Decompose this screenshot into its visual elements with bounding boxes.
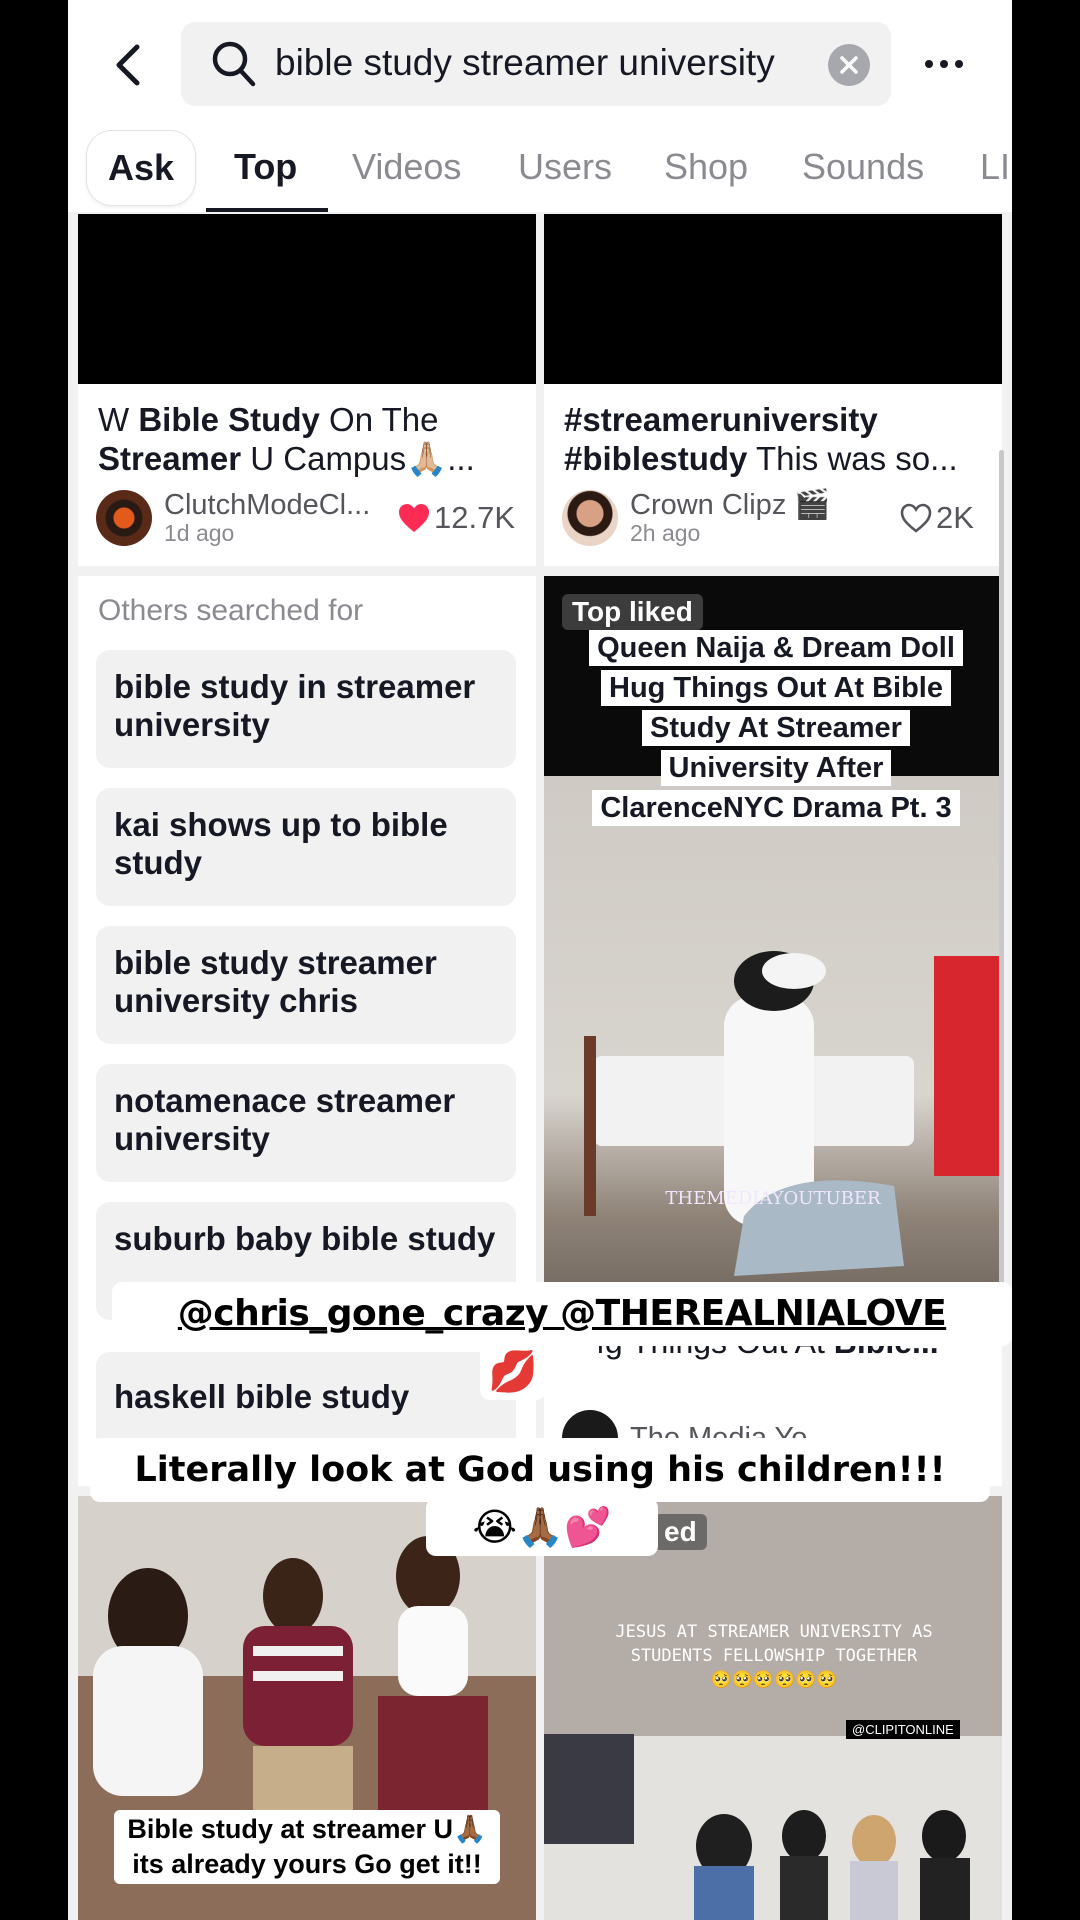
dot <box>925 60 933 68</box>
avatar <box>96 490 152 546</box>
active-tab-indicator <box>206 208 328 212</box>
tab-ask[interactable]: Ask <box>86 130 196 206</box>
like-count[interactable]: 12.7K <box>398 500 515 536</box>
video-title: W Bible Study On The Streamer U Campus🙏🏼… <box>98 401 475 477</box>
suggestion-text: haskell bible study <box>114 1378 410 1415</box>
overlay-caption: Queen Naija & Dream Doll Hug Things Out … <box>589 630 963 826</box>
chevron-left-icon <box>116 44 140 86</box>
top-liked-badge: ed <box>654 1514 707 1550</box>
avatar <box>562 490 618 546</box>
suggestion-text: bible study in streamer university <box>114 668 476 743</box>
mention-caption: @chris_gone_crazy @THEREALNIALOVE <box>112 1282 1012 1346</box>
author-name: ClutchModeCl... <box>164 489 371 521</box>
suggestion-text: suburb baby bible study <box>114 1220 496 1257</box>
search-icon <box>212 41 256 87</box>
author-info[interactable]: Crown Clipz 🎬 2h ago <box>562 490 830 546</box>
suggestion-text: kai shows up to bible study <box>114 806 448 881</box>
author-name: Crown Clipz 🎬 <box>630 489 831 521</box>
heart-filled-icon <box>399 504 429 532</box>
others-title: Others searched for <box>98 594 364 627</box>
tab-shop[interactable]: Shop <box>664 146 748 188</box>
post-time: 1d ago <box>164 520 235 546</box>
back-button[interactable] <box>98 38 158 92</box>
video-thumbnail <box>544 214 1002 384</box>
scrollbar[interactable] <box>999 450 1004 1330</box>
tab-live[interactable]: LI <box>980 146 1010 188</box>
author-info[interactable]: ClutchModeCl... 1d ago <box>96 490 370 546</box>
search-tabs: Ask Top Videos Users Shop Sounds LI <box>68 130 1012 212</box>
phone-screen: bible study streamer university Ask Top … <box>68 0 1012 1920</box>
clear-search-button[interactable] <box>828 44 870 86</box>
scene-illustration <box>544 1496 1002 1920</box>
caption-line: its already yours Go get it!! <box>132 1849 482 1879</box>
top-liked-video-card[interactable]: Top liked Queen Naija & Dream Doll Hug T… <box>544 576 1002 1486</box>
overlay-caption: JESUS AT STREAMER UNIVERSITY AS STUDENTS… <box>615 1622 933 1666</box>
others-searched-panel: Others searched for bible study in strea… <box>78 576 536 1486</box>
heart-outline-icon <box>900 503 932 533</box>
suggestion-chip[interactable]: notamenace streamer university <box>96 1064 516 1182</box>
like-count-text: 12.7K <box>434 500 516 535</box>
suggestion-chip[interactable]: bible study in streamer university <box>96 650 516 768</box>
overlay-emojis: 🥺🥺🥺🥺🥺🥺 <box>710 1670 838 1690</box>
video-overlay-text: Queen Naija & Dream Doll Hug Things Out … <box>572 628 980 828</box>
tab-sounds[interactable]: Sounds <box>802 146 924 188</box>
emoji-caption: 😭🙏🏾💕 <box>426 1498 658 1556</box>
suggestion-chip[interactable]: bible study streamer university chris <box>96 926 516 1044</box>
tab-users[interactable]: Users <box>518 146 612 188</box>
post-time: 2h ago <box>630 520 701 546</box>
more-options-button[interactable] <box>914 46 974 82</box>
close-icon <box>840 56 858 74</box>
caption-line: Bible study at streamer U🙏🏾 <box>127 1814 487 1844</box>
watermark: THEMEDIAYOUTUBER <box>665 1188 881 1209</box>
suggestion-text: notamenace streamer university <box>114 1082 456 1157</box>
video-title: #streameruniversity #biblestudy This was … <box>564 401 958 477</box>
channel-tag: @CLIPITONLINE <box>846 1720 960 1739</box>
kiss-emoji-caption: 💋 <box>480 1344 546 1400</box>
dot <box>940 60 948 68</box>
dot <box>955 60 963 68</box>
top-liked-badge: Top liked <box>562 594 703 630</box>
video-card[interactable]: #streameruniversity #biblestudy This was … <box>544 214 1002 566</box>
suggestion-text: bible study streamer university chris <box>114 944 437 1019</box>
video-overlay-text: JESUS AT STREAMER UNIVERSITY AS STUDENTS… <box>584 1620 964 1692</box>
search-input[interactable]: bible study streamer university <box>275 42 775 84</box>
tab-top[interactable]: Top <box>234 146 297 188</box>
top-bar: bible study streamer university <box>68 0 1012 130</box>
video-thumbnail <box>78 214 536 384</box>
like-count[interactable]: 2K <box>900 500 974 536</box>
video-card[interactable]: W Bible Study On The Streamer U Campus🙏🏼… <box>78 214 536 566</box>
like-count-text: 2K <box>936 500 974 535</box>
text-caption: Literally look at God using his children… <box>90 1438 990 1502</box>
video-overlay-caption: Bible study at streamer U🙏🏾 its already … <box>114 1810 500 1884</box>
search-field[interactable]: bible study streamer university <box>181 22 891 106</box>
video-card[interactable]: Bible study at streamer U🙏🏾 its already … <box>78 1496 536 1920</box>
video-card[interactable]: ed JESUS AT STREAMER UNIVERSITY AS STUDE… <box>544 1496 1002 1920</box>
tab-videos[interactable]: Videos <box>352 146 461 188</box>
suggestion-chip[interactable]: kai shows up to bible study <box>96 788 516 906</box>
